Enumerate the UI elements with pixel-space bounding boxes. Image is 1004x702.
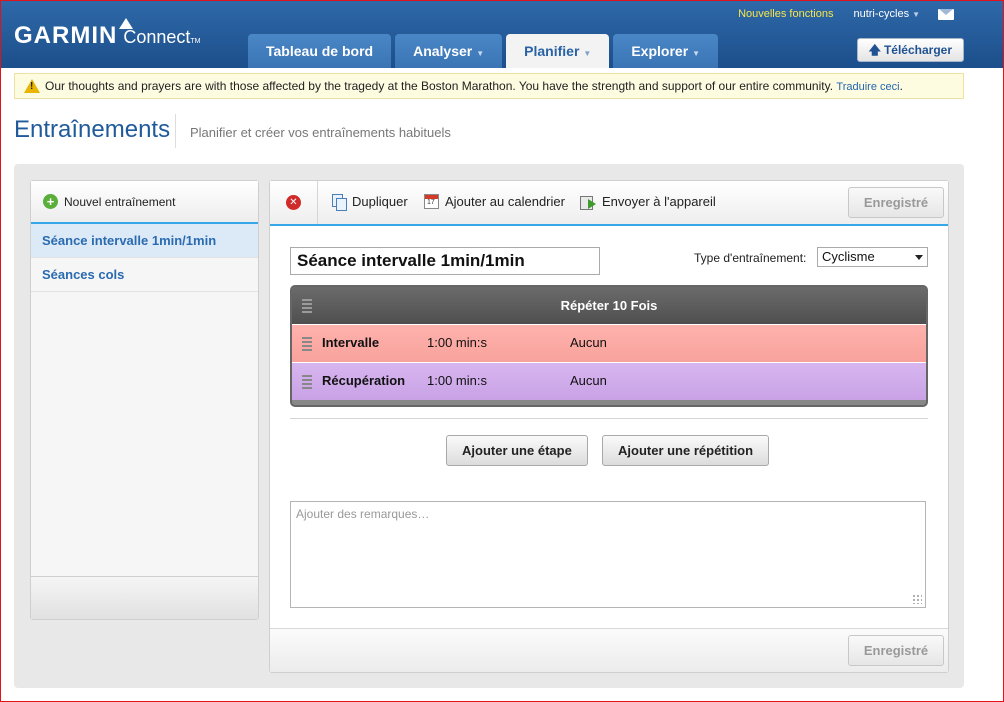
workout-name-input[interactable]: Séance intervalle 1min/1min — [290, 247, 600, 275]
drag-handle-icon[interactable] — [302, 337, 312, 351]
new-workout-button[interactable]: + Nouvel entraînement — [31, 181, 258, 224]
duplicate-label: Dupliquer — [352, 194, 408, 209]
workout-editor: ✕ Dupliquer Ajouter au calendrier Envoye… — [269, 180, 949, 673]
step-target: Aucun — [570, 373, 607, 388]
tab-label: Tableau de bord — [266, 43, 374, 59]
drag-handle-icon[interactable] — [302, 375, 312, 389]
notes-placeholder: Ajouter des remarques… — [296, 507, 430, 521]
workout-type-value: Cyclisme — [822, 249, 875, 264]
tab-label: Analyser — [413, 43, 473, 59]
step-name: Intervalle — [322, 335, 380, 350]
step-target: Aucun — [570, 335, 607, 350]
notes-textarea[interactable]: Ajouter des remarques… — [290, 501, 926, 608]
section-divider — [290, 418, 928, 419]
page-title: Entraînements — [14, 116, 171, 143]
logo-product: Connect — [123, 27, 191, 47]
send-device-icon — [580, 194, 596, 210]
title-divider — [175, 114, 176, 148]
arrow-up-icon: 🡅 — [868, 43, 881, 57]
main-nav: Tableau de bord Analyser ▼ Planifier ▼ Exp… — [248, 34, 719, 68]
delete-icon: ✕ — [286, 195, 301, 210]
repeat-block: Répéter 10 Fois Intervalle 1:00 min:s Au… — [290, 285, 928, 407]
translate-link[interactable]: Traduire ceci — [836, 81, 899, 93]
tab-explorer[interactable]: Explorer ▼ — [613, 34, 719, 68]
garmin-connect-logo[interactable]: GARMIN ConnectTM — [14, 18, 201, 50]
add-repeat-button[interactable]: Ajouter une répétition — [602, 435, 770, 466]
page-subtitle: Planifier et créer vos entraînements hab… — [190, 125, 451, 140]
tab-label: Explorer — [631, 43, 689, 59]
tab-label: Planifier — [524, 43, 580, 59]
new-features-link[interactable]: Nouvelles fonctions — [738, 8, 833, 20]
app-header: GARMIN ConnectTM Nouvelles fonctions nutr… — [0, 0, 1004, 68]
upload-button[interactable]: 🡅 Télécharger — [856, 38, 964, 62]
step-row-recovery[interactable]: Récupération 1:00 min:s Aucun — [292, 362, 926, 400]
logo-tm: TM — [190, 38, 201, 45]
workout-type-select[interactable]: Cyclisme — [817, 247, 928, 267]
new-workout-label: Nouvel entraînement — [64, 194, 176, 209]
drag-handle-icon[interactable] — [302, 299, 312, 313]
warning-icon — [24, 79, 40, 93]
tab-planifier[interactable]: Planifier ▼ — [506, 34, 610, 68]
username: nutri-cycles — [853, 8, 910, 20]
workout-type-label: Type d'entraînement: — [694, 251, 807, 265]
editor-toolbar: ✕ Dupliquer Ajouter au calendrier Envoye… — [270, 181, 948, 226]
step-row-interval[interactable]: Intervalle 1:00 min:s Aucun — [292, 324, 926, 362]
chevron-down-icon: ▼ — [692, 49, 701, 58]
send-to-device-button[interactable]: Envoyer à l'appareil — [580, 194, 716, 210]
plus-icon: + — [43, 194, 58, 209]
editor-footer: Enregistré — [270, 628, 948, 672]
chevron-down-icon: ▼ — [583, 49, 592, 58]
saved-button-top[interactable]: Enregistré — [848, 187, 944, 218]
repeat-label: Répéter 10 Fois — [560, 298, 658, 313]
logo-brand: GARMIN — [14, 22, 118, 49]
delete-button[interactable]: ✕ — [270, 181, 318, 224]
tab-analyser[interactable]: Analyser ▼ — [395, 34, 503, 68]
copy-icon — [332, 194, 347, 211]
duplicate-button[interactable]: Dupliquer — [332, 194, 408, 211]
mail-icon[interactable] — [938, 9, 954, 20]
announcement-banner: Our thoughts and prayers are with those … — [14, 73, 964, 99]
announcement-text: Our thoughts and prayers are with those … — [45, 79, 834, 93]
saved-button-bottom[interactable]: Enregistré — [848, 635, 944, 666]
sidebar-item-label: Séance intervalle 1min/1min — [42, 233, 217, 248]
sidebar-item-cols[interactable]: Séances cols — [31, 258, 258, 292]
upload-label: Télécharger — [883, 43, 952, 57]
sidebar-item-label: Séances cols — [42, 267, 125, 282]
chevron-down-icon: ▼ — [912, 10, 920, 19]
tab-tableau-de-bord[interactable]: Tableau de bord — [248, 34, 392, 68]
send-device-label: Envoyer à l'appareil — [602, 194, 716, 209]
step-duration: 1:00 min:s — [427, 373, 487, 388]
repeat-header[interactable]: Répéter 10 Fois — [292, 287, 926, 324]
workout-sidebar: + Nouvel entraînement Séance intervalle … — [30, 180, 259, 620]
top-links: Nouvelles fonctions nutri-cycles ▼ — [738, 8, 956, 20]
step-duration: 1:00 min:s — [427, 335, 487, 350]
resize-handle-icon[interactable] — [912, 594, 922, 604]
sidebar-footer — [31, 576, 258, 619]
user-menu[interactable]: nutri-cycles ▼ — [853, 8, 920, 20]
add-step-button[interactable]: Ajouter une étape — [446, 435, 588, 466]
announcement-suffix: . — [899, 79, 903, 93]
logo-triangle-icon — [119, 18, 133, 29]
chevron-down-icon — [915, 255, 923, 260]
add-to-calendar-button[interactable]: Ajouter au calendrier — [424, 194, 565, 209]
calendar-icon — [424, 194, 439, 209]
add-calendar-label: Ajouter au calendrier — [445, 194, 565, 209]
step-name: Récupération — [322, 373, 406, 388]
chevron-down-icon: ▼ — [476, 49, 485, 58]
sidebar-item-interval[interactable]: Séance intervalle 1min/1min — [31, 224, 258, 258]
